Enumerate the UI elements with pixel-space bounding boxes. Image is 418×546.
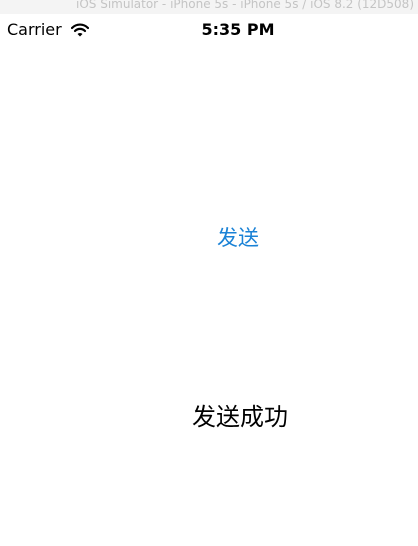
status-time: 5:35 PM xyxy=(201,20,275,39)
status-bar: Carrier 5:35 PM xyxy=(0,14,418,46)
send-result-label: 发送成功 xyxy=(192,403,288,431)
simulator-title-bar: iOS Simulator - iPhone 5s - iPhone 5s / … xyxy=(0,0,418,14)
simulator-title: iOS Simulator - iPhone 5s - iPhone 5s / … xyxy=(75,0,414,11)
send-button[interactable]: 发送 xyxy=(198,222,278,254)
